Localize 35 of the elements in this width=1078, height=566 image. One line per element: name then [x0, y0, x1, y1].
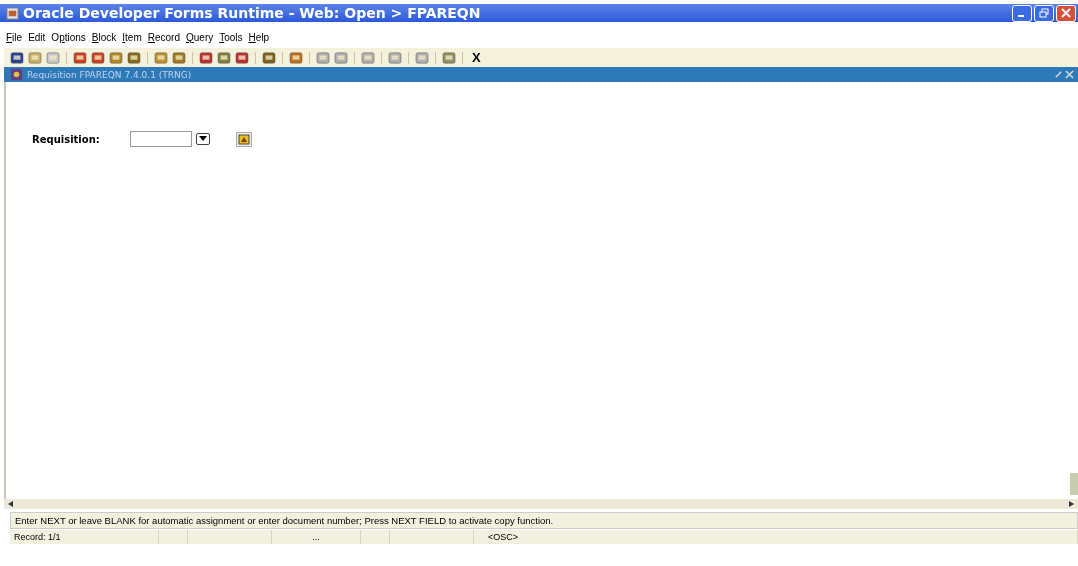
menu-item[interactable]: Help — [248, 31, 270, 43]
restore-button[interactable] — [1034, 4, 1054, 22]
menu-item[interactable]: Tools — [219, 31, 243, 43]
caret-icon — [199, 136, 207, 142]
hint-message: Enter NEXT or leave BLANK for automatic assignment or enter document number; Press NEXT FIELD to activate copy function. — [15, 515, 554, 526]
scroll-right-icon[interactable] — [1068, 501, 1074, 507]
restore-icon — [1039, 8, 1049, 18]
document-icon — [238, 133, 250, 145]
window-title: Oracle Developer Forms Runtime - Web: Open > FPAREQN — [23, 5, 481, 21]
menu-item[interactable]: Block — [91, 31, 117, 43]
requisition-field[interactable] — [130, 131, 192, 147]
status-cell: <OSC> — [474, 530, 1078, 544]
minimize-icon[interactable] — [1054, 70, 1063, 79]
menu-item[interactable]: Query — [186, 31, 214, 43]
close-icon[interactable] — [1065, 70, 1074, 79]
scroll-left-icon[interactable] — [8, 501, 14, 507]
minimize-icon — [1018, 15, 1024, 17]
app-icon — [6, 6, 19, 20]
dropdown-button[interactable] — [196, 133, 210, 145]
menu-item[interactable]: Record — [147, 31, 180, 43]
status-cell: Record: 1/1 — [10, 530, 159, 544]
menu-item[interactable]: Options — [51, 31, 86, 43]
close-icon — [1061, 8, 1071, 18]
menu-item[interactable]: Item — [122, 31, 142, 43]
form-title: Requisition FPAREQN 7.4.0.1 (TRNG) — [27, 69, 192, 80]
form-icon — [10, 68, 23, 81]
menu-item[interactable]: Edit — [28, 31, 46, 43]
minimize-button[interactable] — [1012, 4, 1032, 22]
menu-item[interactable]: File — [6, 31, 23, 43]
field-label: Requisition: — [32, 133, 101, 145]
status-cell: ... — [272, 530, 361, 544]
horizontal-scrollbar[interactable] — [4, 499, 1078, 509]
new-document-button[interactable] — [236, 131, 252, 147]
close-button[interactable] — [1056, 4, 1076, 22]
exit-button[interactable]: X — [469, 50, 484, 65]
